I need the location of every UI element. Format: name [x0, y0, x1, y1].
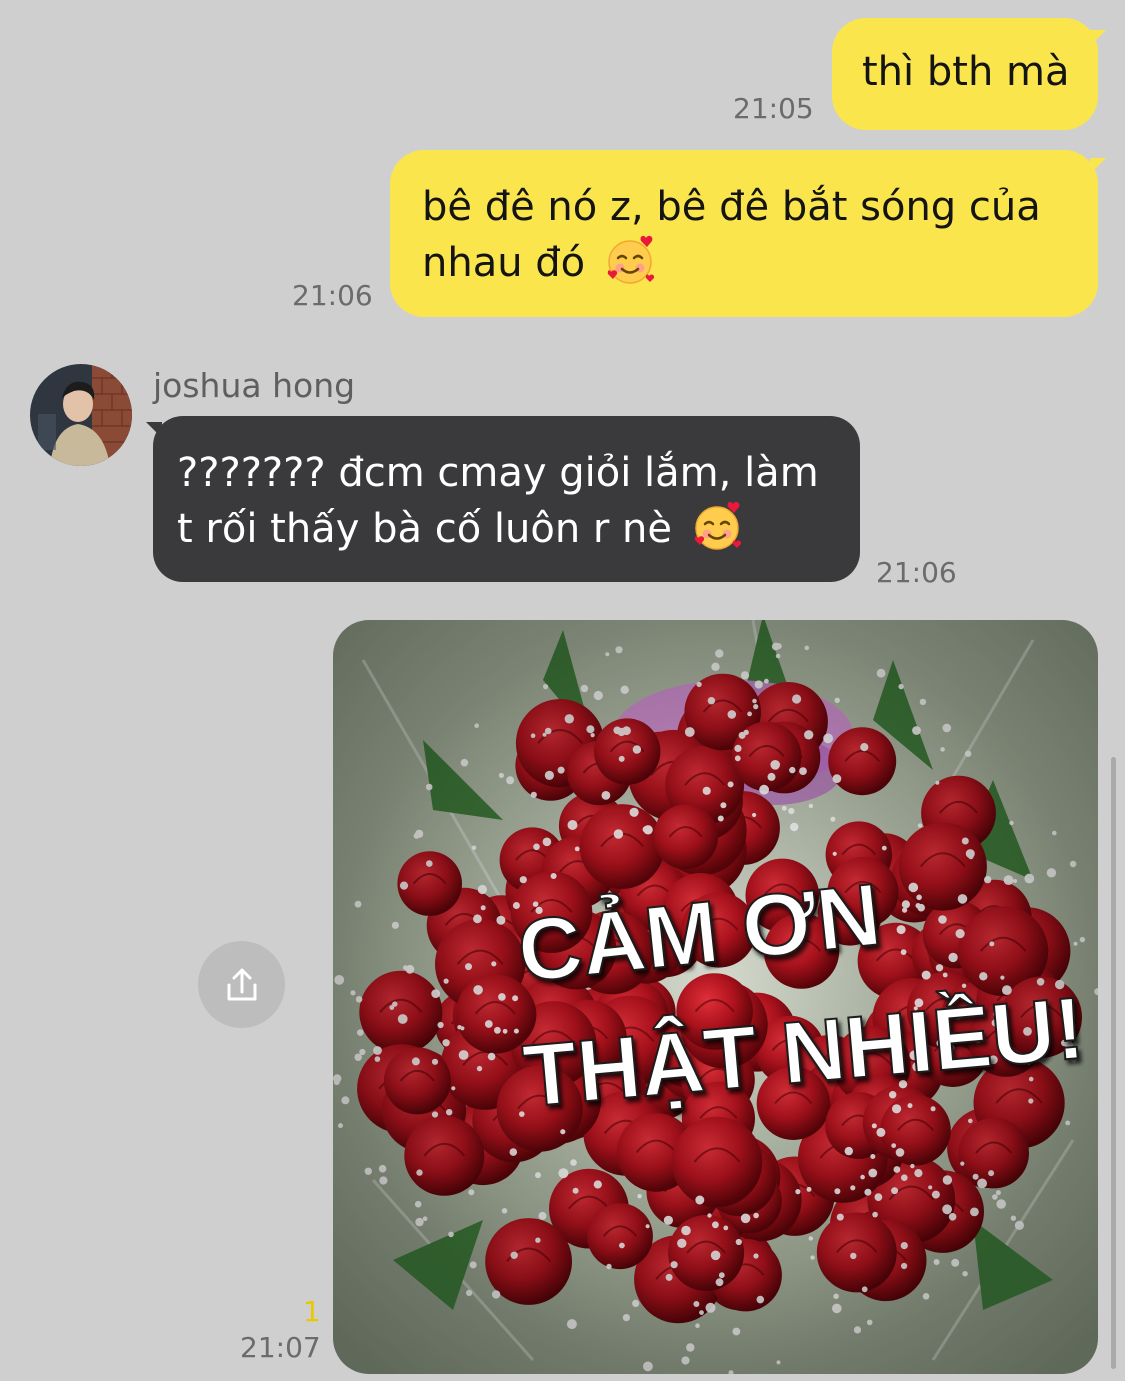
smiling-face-with-hearts-icon: [607, 235, 655, 284]
message-timestamp: 21:07: [240, 1331, 321, 1364]
image-message[interactable]: CẢM ƠN THẬT NHIỀU!: [333, 620, 1098, 1374]
scrollbar[interactable]: [1111, 757, 1116, 1369]
message-timestamp: 21:05: [733, 92, 814, 125]
rose-bouquet-image: CẢM ƠN THẬT NHIỀU!: [333, 620, 1098, 1374]
smiling-face-with-hearts-icon: [694, 501, 741, 550]
outgoing-message-bubble[interactable]: thì bth mà: [832, 18, 1098, 130]
message-timestamp: 21:06: [292, 279, 373, 312]
unread-count: 1: [303, 1295, 321, 1328]
outgoing-message-bubble[interactable]: bê đê nó z, bê đê bắt sóng của nhau đó: [390, 150, 1098, 317]
message-timestamp: 21:06: [876, 556, 957, 589]
share-button[interactable]: [198, 941, 285, 1028]
sender-name: joshua hong: [153, 366, 356, 405]
incoming-message-bubble[interactable]: ??????? đcm cmay giỏi lắm, làm t rối thấ…: [153, 416, 860, 582]
share-icon: [227, 968, 256, 1000]
avatar[interactable]: [30, 364, 132, 466]
avatar-image: [30, 364, 132, 466]
message-text: thì bth mà: [862, 49, 1070, 95]
message-text: bê đê nó z, bê đê bắt sóng của nhau đó: [422, 184, 1041, 286]
bubble-tail: [1090, 30, 1106, 46]
bubble-tail: [1090, 158, 1106, 174]
